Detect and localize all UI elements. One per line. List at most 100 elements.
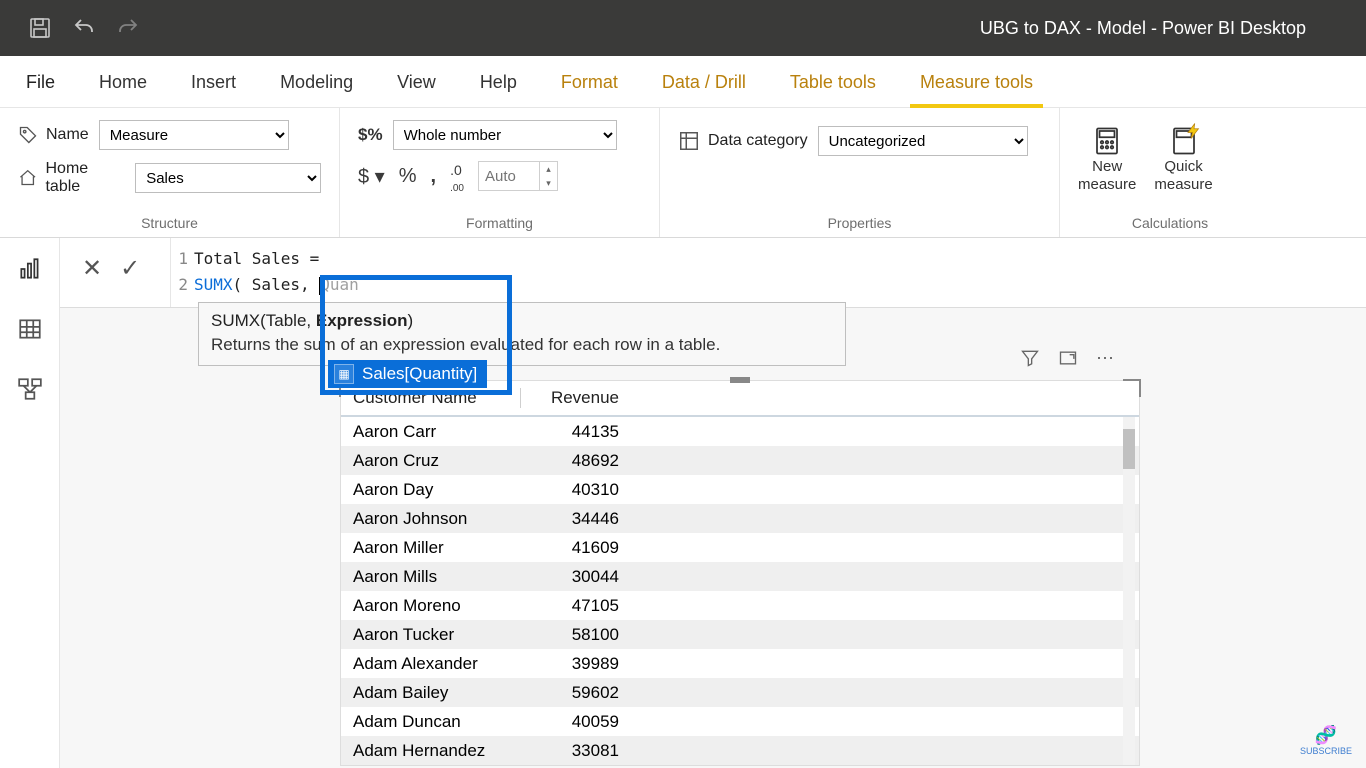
cell-revenue: 58100	[521, 625, 631, 645]
decimal-places-stepper[interactable]: ▴▾	[478, 161, 558, 191]
cancel-edit-icon[interactable]: ✕	[82, 254, 102, 283]
group-calculations: Newmeasure Quickmeasure Calculations	[1060, 108, 1280, 237]
column-header-customer[interactable]: Customer Name	[341, 388, 521, 408]
table-row[interactable]: Aaron Johnson34446	[341, 504, 1139, 533]
group-label-properties: Properties	[660, 215, 1059, 231]
cell-revenue: 34446	[521, 509, 631, 529]
stepper-up-icon[interactable]: ▴	[540, 162, 557, 176]
resize-handle[interactable]	[730, 377, 750, 383]
quick-measure-button[interactable]: Quickmeasure	[1154, 126, 1212, 194]
table-row[interactable]: Aaron Miller41609	[341, 533, 1139, 562]
tab-help[interactable]: Help	[460, 56, 537, 108]
tab-file[interactable]: File	[6, 56, 75, 108]
tab-modeling[interactable]: Modeling	[260, 56, 373, 108]
name-label: Name	[18, 125, 89, 145]
table-row[interactable]: Aaron Carr44135	[341, 417, 1139, 446]
intellisense-suggestion[interactable]: ▦ Sales[Quantity]	[328, 360, 487, 388]
calculator-lightning-icon	[1169, 126, 1199, 156]
cell-revenue: 41609	[521, 538, 631, 558]
dna-icon: 🧬	[1300, 725, 1352, 746]
table-row[interactable]: Aaron Mills30044	[341, 562, 1139, 591]
app-title: UBG to DAX - Model - Power BI Desktop	[906, 0, 1306, 56]
cell-customer: Aaron Cruz	[341, 451, 521, 471]
formula-bar[interactable]: ✕ ✓ 1 2 Total Sales = SUMX( Sales, Quan	[60, 238, 1366, 308]
resize-handle[interactable]	[1123, 379, 1141, 397]
currency-button[interactable]: $ ▾	[358, 164, 385, 189]
report-view-icon[interactable]	[15, 254, 45, 284]
table-row[interactable]: Adam Duncan40059	[341, 707, 1139, 736]
table-row[interactable]: Adam Alexander39989	[341, 649, 1139, 678]
table-row[interactable]: Adam Hernandez33081	[341, 736, 1139, 765]
table-row[interactable]: Adam Bailey59602	[341, 678, 1139, 707]
data-view-icon[interactable]	[15, 314, 45, 344]
filter-icon[interactable]	[1020, 348, 1040, 369]
cell-revenue: 33081	[521, 741, 631, 761]
column-icon: ▦	[334, 364, 354, 384]
tab-measure-tools[interactable]: Measure tools	[900, 56, 1053, 108]
view-switcher	[0, 238, 60, 768]
thousands-button[interactable]: ,	[431, 165, 437, 188]
table-row[interactable]: Aaron Tucker58100	[341, 620, 1139, 649]
tab-data-drill[interactable]: Data / Drill	[642, 56, 766, 108]
redo-icon[interactable]	[116, 16, 140, 40]
cell-revenue: 59602	[521, 683, 631, 703]
tab-view[interactable]: View	[377, 56, 456, 108]
name-input[interactable]: Measure	[99, 120, 289, 150]
dax-editor[interactable]: Total Sales = SUMX( Sales, Quan	[194, 238, 1366, 307]
more-options-icon[interactable]: ⋯	[1096, 348, 1116, 369]
decimal-places-input[interactable]	[479, 168, 539, 185]
undo-icon[interactable]	[72, 16, 96, 40]
cell-customer: Adam Duncan	[341, 712, 521, 732]
cell-revenue: 48692	[521, 451, 631, 471]
tab-home[interactable]: Home	[79, 56, 167, 108]
cell-revenue: 39989	[521, 654, 631, 674]
ribbon: Name Measure Home table Sales Structure …	[0, 108, 1366, 238]
table-row[interactable]: Aaron Moreno47105	[341, 591, 1139, 620]
cell-customer: Aaron Carr	[341, 422, 521, 442]
new-measure-button[interactable]: Newmeasure	[1078, 126, 1136, 194]
visual-header-toolbar: ⋯	[1020, 348, 1116, 369]
cell-revenue: 47105	[521, 596, 631, 616]
calculator-icon	[1092, 126, 1122, 156]
cell-revenue: 40059	[521, 712, 631, 732]
format-select[interactable]: Whole number	[393, 120, 617, 150]
scroll-thumb[interactable]	[1123, 429, 1135, 469]
ribbon-tabs: File Home Insert Modeling View Help Form…	[0, 56, 1366, 108]
data-category-select[interactable]: Uncategorized	[818, 126, 1028, 156]
tab-table-tools[interactable]: Table tools	[770, 56, 896, 108]
save-icon[interactable]	[28, 16, 52, 40]
data-category-label: Data category	[678, 130, 808, 152]
subscribe-watermark: 🧬 SUBSCRIBE	[1300, 725, 1352, 756]
title-bar: UBG to DAX - Model - Power BI Desktop	[0, 0, 1366, 56]
cell-customer: Adam Alexander	[341, 654, 521, 674]
focus-mode-icon[interactable]	[1058, 348, 1078, 369]
cell-customer: Aaron Moreno	[341, 596, 521, 616]
home-table-select[interactable]: Sales	[135, 163, 321, 193]
group-structure: Name Measure Home table Sales Structure	[0, 108, 340, 237]
suggestion-text: Sales[Quantity]	[362, 364, 477, 384]
percent-button[interactable]: %	[399, 165, 417, 188]
cell-customer: Adam Hernandez	[341, 741, 521, 761]
cell-customer: Aaron Mills	[341, 567, 521, 587]
group-formatting: $% Whole number $ ▾ % , .0.00 ▴▾ Formatt…	[340, 108, 660, 237]
tooltip-description: Returns the sum of an expression evaluat…	[211, 335, 833, 355]
group-properties: Data category Uncategorized Properties	[660, 108, 1060, 237]
cell-customer: Aaron Day	[341, 480, 521, 500]
model-view-icon[interactable]	[15, 374, 45, 404]
scrollbar[interactable]	[1123, 417, 1135, 765]
cell-revenue: 30044	[521, 567, 631, 587]
tab-insert[interactable]: Insert	[171, 56, 256, 108]
cell-revenue: 44135	[521, 422, 631, 442]
group-label-calculations: Calculations	[1060, 215, 1280, 231]
group-label-structure: Structure	[0, 215, 339, 231]
stepper-down-icon[interactable]: ▾	[540, 176, 557, 190]
decimal-button[interactable]: .0.00	[450, 162, 464, 194]
table-row[interactable]: Aaron Day40310	[341, 475, 1139, 504]
column-header-revenue[interactable]: Revenue	[521, 388, 631, 408]
table-row[interactable]: Aaron Cruz48692	[341, 446, 1139, 475]
table-visual[interactable]: Customer Name Revenue Aaron Carr44135Aar…	[340, 380, 1140, 766]
cell-customer: Adam Bailey	[341, 683, 521, 703]
line-gutter: 1 2	[170, 238, 194, 307]
commit-edit-icon[interactable]: ✓	[120, 254, 140, 283]
tab-format[interactable]: Format	[541, 56, 638, 108]
